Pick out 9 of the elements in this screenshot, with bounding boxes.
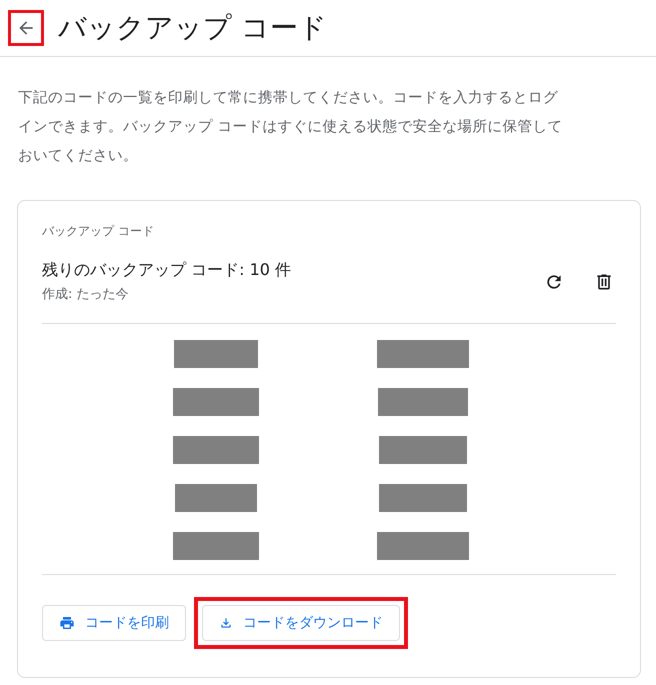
download-codes-button[interactable]: コードをダウンロード: [202, 605, 400, 641]
print-codes-button[interactable]: コードを印刷: [42, 605, 186, 641]
created-text: 作成: たった今: [42, 286, 130, 303]
page-title: バックアップ コード: [58, 10, 327, 46]
download-icon: [219, 616, 233, 630]
printer-icon: [59, 615, 75, 631]
remaining-codes-title: 残りのバックアップ コード: 10 件: [42, 260, 292, 281]
description-text: 下記のコードの一覧を印刷して常に携帯してください。コードを入力するとログインできます。バックアップ コードはすぐに使える状態で安全な場所に保管しておいてください。: [18, 88, 564, 166]
card-label: バックアップ コード: [42, 223, 155, 240]
